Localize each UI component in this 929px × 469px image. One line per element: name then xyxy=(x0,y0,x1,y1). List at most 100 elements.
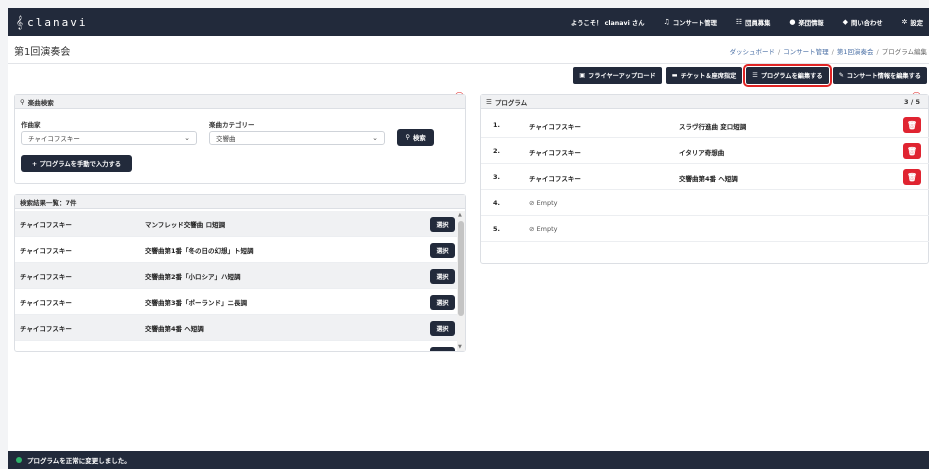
ticket-icon: ▬ xyxy=(671,72,678,79)
select-button[interactable]: 選択 xyxy=(430,217,455,232)
success-dot-icon xyxy=(16,457,22,463)
search-results-panel: 検索結果一覧：7件 チャイコフスキー マンフレッド交響曲 ロ短調 選択 チャイコ… xyxy=(14,194,466,352)
program-piece: スラヴ行進曲 変ロ短調 xyxy=(679,123,747,131)
program-number: 4. xyxy=(493,199,500,207)
program-piece: 交響曲第4番 ヘ短調 xyxy=(679,175,738,183)
delete-button[interactable]: 🗑 xyxy=(903,143,921,159)
result-composer: チャイコフスキー xyxy=(20,272,72,281)
result-composer: チャイコフスキー xyxy=(20,298,72,307)
empty-slot: ⊘ Empty xyxy=(529,199,558,207)
search-button[interactable]: ⚲ 検索 xyxy=(397,129,434,146)
status-message: プログラムを正常に変更しました。 xyxy=(27,457,131,465)
select-button[interactable]: 選択 xyxy=(430,347,455,351)
trash-icon: 🗑 xyxy=(906,172,918,182)
info-icon: ● xyxy=(789,18,796,26)
image-icon: ▣ xyxy=(579,72,586,79)
scroll-up-icon[interactable]: ▲ xyxy=(458,212,462,218)
empty-circle-icon: ⊘ xyxy=(529,199,535,207)
status-toast: プログラムを正常に変更しました。 xyxy=(8,451,929,469)
select-button[interactable]: 選択 xyxy=(430,243,455,258)
manual-input-button[interactable]: + プログラムを手動で入力する xyxy=(21,155,132,172)
program-composer: チャイコフスキー xyxy=(529,149,581,157)
results-count-title: 検索結果一覧：7件 xyxy=(20,198,77,207)
action-toolbar: ▣ フライヤーアップロード ▬ チケット＆座席指定 ☰ プログラムを編集する ✎… xyxy=(573,64,927,87)
panel-header: ☰ プログラム xyxy=(481,95,928,109)
nav-label: 団員募集 xyxy=(745,19,771,27)
delete-button[interactable]: 🗑 xyxy=(903,117,921,133)
nav-band-info[interactable]: ● 楽団情報 xyxy=(789,18,823,27)
chat-icon: ◆ xyxy=(842,18,849,26)
breadcrumb-concert-management[interactable]: コンサート管理 xyxy=(783,48,829,56)
button-label: プログラムを編集する xyxy=(760,73,823,80)
panel-title: プログラム xyxy=(494,98,528,107)
clef-logo-icon: 𝄞 xyxy=(16,14,24,29)
category-label: 楽曲カテゴリー xyxy=(209,121,255,129)
scrollbar-thumb[interactable] xyxy=(458,221,464,316)
empty-label: Empty xyxy=(536,199,558,207)
breadcrumb-dashboard[interactable]: ダッシュボード xyxy=(729,48,775,56)
app-frame: 𝄞 clanavi ようこそ！ clanavi さん ♫ コンサート管理 ☷ 団… xyxy=(8,8,929,469)
list-icon: ☰ xyxy=(752,72,758,79)
result-piece: 交響曲第4番 ヘ短調 xyxy=(145,324,204,333)
empty-slot: ⊘ Empty xyxy=(529,225,558,233)
panel-header: 検索結果一覧：7件 xyxy=(15,195,465,209)
gear-icon: ✲ xyxy=(901,18,908,26)
program-panel: ☰ プログラム 3 / 5 1. チャイコフスキー スラヴ行進曲 変ロ短調 🗑 … xyxy=(480,94,929,264)
select-button[interactable]: 選択 xyxy=(430,321,455,336)
title-bar: 第1回演奏会 ダッシュボード / コンサート管理 / 第1回演奏会 / プログラム編集 xyxy=(8,36,929,64)
edit-icon: ✎ xyxy=(838,72,844,79)
nav-settings[interactable]: ✲ 設定 xyxy=(902,18,923,27)
nav-concert-management[interactable]: ♫ コンサート管理 xyxy=(664,18,717,27)
delete-button[interactable]: 🗑 xyxy=(903,169,921,185)
program-row-empty: 5. ⊘ Empty xyxy=(481,216,929,242)
chevron-down-icon: ⌄ xyxy=(184,134,190,142)
result-row: チャイコフスキー 交響曲第2番「小ロシア」ハ短調 選択 xyxy=(15,263,459,289)
results-list: チャイコフスキー マンフレッド交響曲 ロ短調 選択 チャイコフスキー 交響曲第1… xyxy=(15,211,459,351)
chevron-down-icon: ⌄ xyxy=(372,134,378,142)
select-button[interactable]: 選択 xyxy=(430,295,455,310)
people-icon: ☷ xyxy=(735,18,743,26)
edit-concert-info-button[interactable]: ✎ コンサート情報を編集する xyxy=(832,67,927,84)
edit-program-button[interactable]: ☰ プログラムを編集する xyxy=(743,64,832,87)
result-composer: チャイコフスキー xyxy=(20,324,72,333)
program-row: 2. チャイコフスキー イタリア奇想曲 🗑 xyxy=(481,138,929,164)
nav-member-recruitment[interactable]: ☷ 団員募集 xyxy=(736,18,770,27)
result-row: チャイコフスキー マンフレッド交響曲 ロ短調 選択 xyxy=(15,211,459,237)
brand-name: clanavi xyxy=(27,15,88,29)
song-search-panel: ⚲ 楽曲検索 作曲家 チャイコフスキー ⌄ 楽曲カテゴリー 交響曲 ⌄ ⚲ 検索… xyxy=(14,94,466,184)
button-label: チケット＆座席指定 xyxy=(680,73,737,80)
composer-select[interactable]: チャイコフスキー ⌄ xyxy=(21,131,197,145)
select-button[interactable]: 選択 xyxy=(430,269,455,284)
composer-value: チャイコフスキー xyxy=(28,135,80,143)
program-number: 1. xyxy=(493,121,500,129)
empty-circle-icon: ⊘ xyxy=(529,225,535,233)
nav-label: 楽団情報 xyxy=(798,19,824,27)
page-title: 第1回演奏会 xyxy=(14,47,71,58)
result-row: チャイコフスキー 交響曲第4番 ヘ短調 選択 xyxy=(15,315,459,341)
category-select[interactable]: 交響曲 ⌄ xyxy=(209,131,385,145)
nav-label: 問い合わせ xyxy=(851,19,883,27)
breadcrumb-separator: / xyxy=(831,48,834,56)
brand[interactable]: 𝄞 clanavi xyxy=(16,15,87,30)
results-scrollbar[interactable]: ▲ ▼ xyxy=(457,211,465,351)
search-icon: ⚲ xyxy=(20,97,25,106)
panel-header: ⚲ 楽曲検索 xyxy=(15,95,465,109)
nav-label: 設定 xyxy=(910,19,923,27)
trash-icon: 🗑 xyxy=(906,120,918,130)
result-piece: 交響曲第3番「ポーランド」ニ長調 xyxy=(145,298,248,307)
breadcrumb-concert[interactable]: 第1回演奏会 xyxy=(837,48,874,56)
program-composer: チャイコフスキー xyxy=(529,123,581,131)
welcome-text: ようこそ！ clanavi さん xyxy=(570,19,645,27)
nav-contact[interactable]: ◆ 問い合わせ xyxy=(843,18,883,27)
program-row: 3. チャイコフスキー 交響曲第4番 ヘ短調 🗑 xyxy=(481,164,929,190)
flyer-upload-button[interactable]: ▣ フライヤーアップロード xyxy=(573,67,662,84)
result-row: 選択 xyxy=(15,341,459,351)
ticket-seating-button[interactable]: ▬ チケット＆座席指定 xyxy=(665,67,743,84)
breadcrumb-current: プログラム編集 xyxy=(881,48,927,56)
result-row: チャイコフスキー 交響曲第1番「冬の日の幻想」ト短調 選択 xyxy=(15,237,459,263)
result-row: チャイコフスキー 交響曲第3番「ポーランド」ニ長調 選択 xyxy=(15,289,459,315)
breadcrumb: ダッシュボード / コンサート管理 / 第1回演奏会 / プログラム編集 xyxy=(729,46,927,56)
breadcrumb-separator: / xyxy=(777,48,781,56)
scroll-down-icon[interactable]: ▼ xyxy=(458,344,462,350)
result-piece: マンフレッド交響曲 ロ短調 xyxy=(145,220,226,229)
